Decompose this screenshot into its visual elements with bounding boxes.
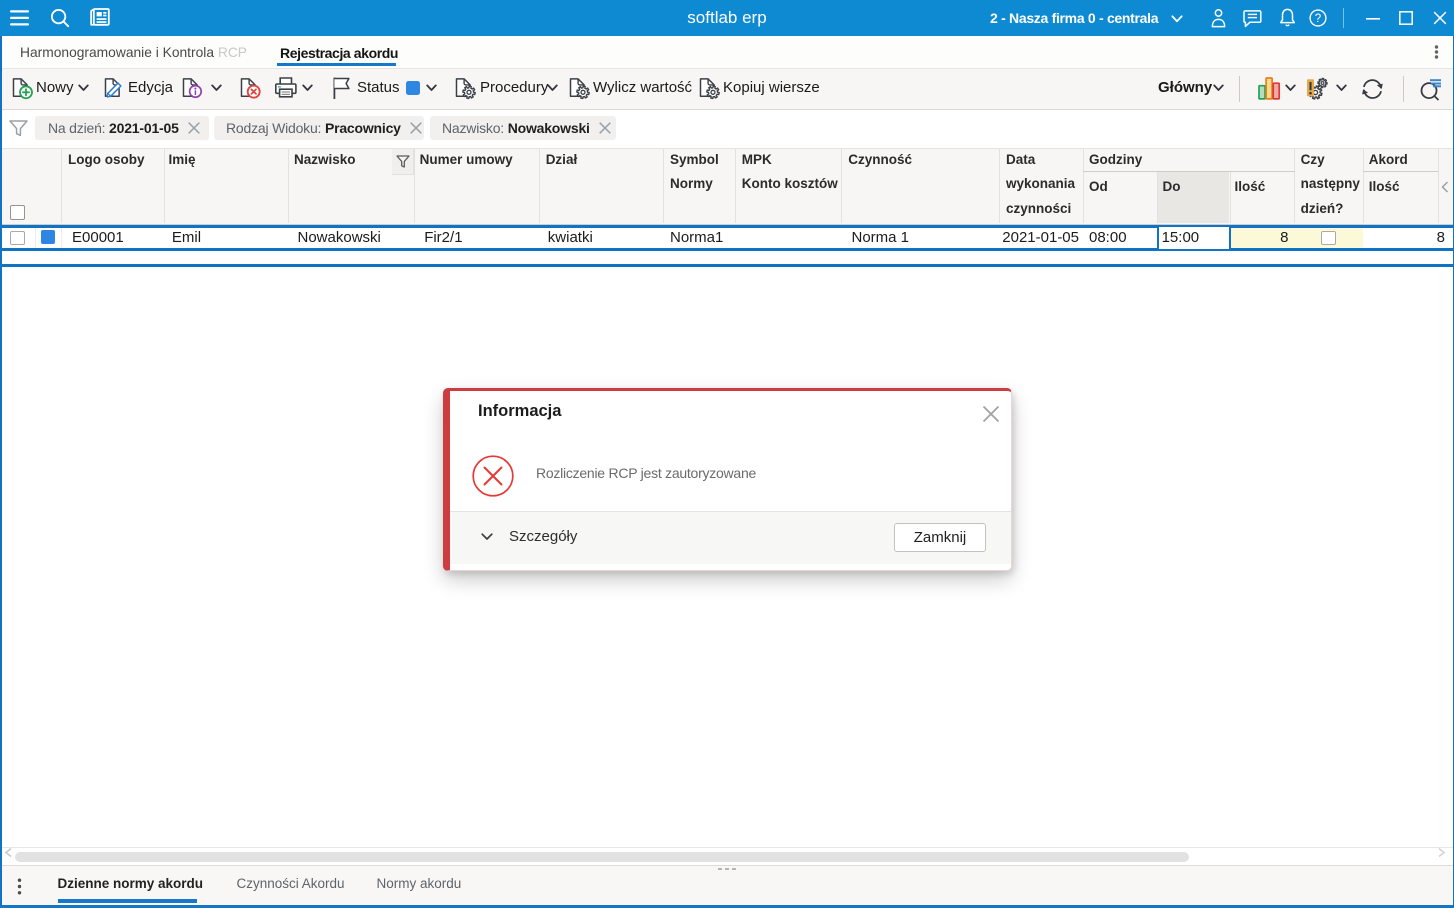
svg-text:?: ? [1315,13,1321,25]
